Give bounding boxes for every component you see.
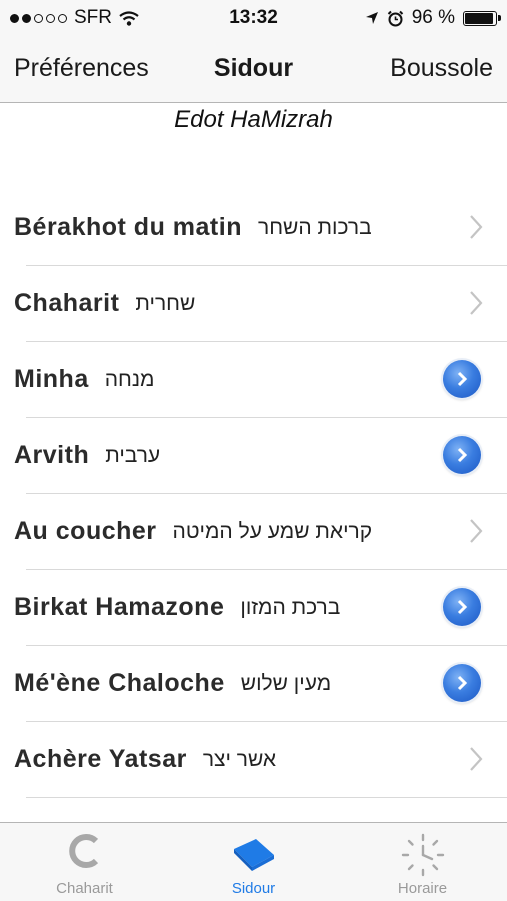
item-title: Au coucher (14, 517, 157, 545)
rite-subtitle: Edot HaMizrah (174, 106, 333, 133)
tab-label: Chaharit (56, 880, 113, 897)
navigation-bar: Préférences Sidour Boussole (0, 34, 507, 103)
item-title: Achère Yatsar (14, 745, 187, 773)
tab-label: Sidour (231, 880, 276, 897)
chevron-right-icon (470, 291, 483, 315)
list-item[interactable]: Achère Yatsar אשר יצר (14, 722, 507, 798)
battery-icon (463, 10, 501, 26)
chevron-right-icon (470, 215, 483, 239)
book-icon (233, 839, 274, 871)
tab-horaire[interactable]: Horaire (338, 823, 507, 901)
item-title: Birkat Hamazone (14, 593, 225, 621)
list-item[interactable]: Mé'ène Chaloche מעין שלוש (14, 646, 507, 722)
status-right: 96 % (365, 7, 501, 29)
status-bar: SFR 13:32 96 % (0, 0, 507, 34)
item-title: Chaharit (14, 289, 120, 317)
clock-icon (401, 833, 444, 877)
item-hebrew: מעין שלוש (240, 671, 332, 695)
list-item[interactable]: Au coucher קריאת שמע על המיטה (14, 494, 507, 570)
location-arrow-icon (365, 12, 378, 24)
item-title: Arvith (14, 441, 90, 469)
chevron-right-icon (457, 599, 468, 615)
chevron-right-icon (457, 675, 468, 691)
tab-bar: Chaharit Sidour Horaire (0, 822, 507, 901)
prayer-list: Bérakhot du matin ברכות השחר Chaharit שחרי… (0, 190, 507, 798)
list-item[interactable]: Arvith ערבית (14, 418, 507, 494)
list-item[interactable]: Minha מנחה (14, 342, 507, 418)
c-letter-icon (68, 834, 98, 868)
item-hebrew: ברכת המזון (240, 595, 341, 619)
item-hebrew: מנחה (104, 367, 155, 391)
chevron-right-icon (470, 747, 483, 771)
item-title: Minha (14, 365, 89, 393)
compass-button[interactable]: Boussole (390, 54, 493, 83)
item-hebrew: ערבית (105, 443, 161, 467)
list-item[interactable]: Birkat Hamazone ברכת המזון (14, 570, 507, 646)
item-hebrew: שחרית (135, 291, 196, 315)
item-title: Bérakhot du matin (14, 213, 242, 241)
item-title: Mé'ène Chaloche (14, 669, 225, 697)
detail-disclosure-button[interactable] (443, 360, 481, 398)
detail-disclosure-button[interactable] (443, 664, 481, 702)
tab-sidour[interactable]: Sidour (169, 823, 338, 901)
tab-label: Horaire (397, 880, 448, 897)
detail-disclosure-button[interactable] (443, 436, 481, 474)
chevron-right-icon (457, 371, 468, 387)
list-item[interactable]: Chaharit שחרית (14, 266, 507, 342)
list-item[interactable]: Bérakhot du matin ברכות השחר (14, 190, 507, 266)
item-hebrew: אשר יצר (202, 747, 277, 771)
alarm-clock-icon (387, 10, 403, 26)
battery-percent: 96 % (411, 7, 455, 28)
item-hebrew: ברכות השחר (257, 215, 372, 239)
chevron-right-icon (457, 447, 468, 463)
chevron-right-icon (470, 519, 483, 543)
tab-chaharit[interactable]: Chaharit (0, 823, 169, 901)
detail-disclosure-button[interactable] (443, 588, 481, 626)
item-hebrew: קריאת שמע על המיטה (172, 519, 373, 543)
